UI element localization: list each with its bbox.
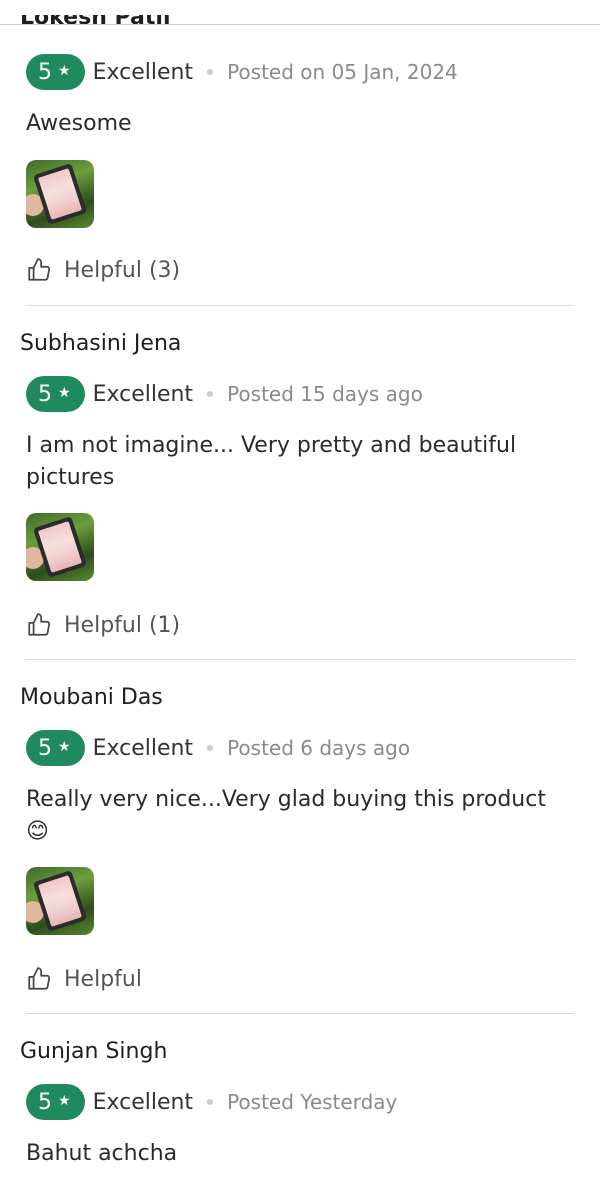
separator-dot [207, 1099, 214, 1105]
rating-value: 5 [38, 1089, 52, 1115]
review-text: Awesome [26, 111, 132, 136]
rating-badge: 5 ★ [26, 1084, 85, 1120]
posted-date: Posted 6 days ago [227, 736, 411, 760]
star-icon: ★ [58, 739, 71, 755]
review-text: I am not imagine... Very pretty and beau… [26, 433, 517, 490]
rating-row: 5 ★ Excellent Posted Yesterday [26, 1084, 397, 1120]
star-icon: ★ [58, 1093, 71, 1109]
thumbs-up-icon [28, 613, 51, 636]
rating-badge: 5 ★ [26, 54, 85, 90]
helpful-button[interactable]: Helpful (3) [26, 254, 180, 286]
posted-date: Posted 15 days ago [227, 382, 423, 406]
review-photo-thumbnail[interactable] [26, 513, 94, 581]
divider [26, 659, 574, 660]
posted-date: Posted Yesterday [227, 1090, 398, 1114]
separator-dot [207, 391, 214, 397]
review-photo-thumbnail[interactable] [26, 160, 94, 228]
divider [26, 1013, 574, 1014]
divider [26, 305, 574, 306]
rating-label: Excellent [92, 735, 194, 761]
helpful-count: Helpful [64, 966, 142, 992]
reviewer-name: Subhasini Jena [20, 331, 182, 356]
separator-dot [207, 69, 214, 75]
review-photo-thumbnail[interactable] [26, 867, 94, 935]
rating-label: Excellent [92, 1089, 194, 1115]
rating-label: Excellent [92, 381, 194, 407]
thumbs-up-icon [28, 967, 51, 990]
reviewer-name: Lokesh Patil [20, 5, 171, 30]
helpful-button[interactable]: Helpful [26, 963, 142, 995]
reviewer-name: Moubani Das [20, 685, 163, 710]
separator-dot [207, 745, 214, 751]
rating-badge: 5 ★ [26, 730, 85, 766]
review-text: Bahut achcha [26, 1141, 178, 1166]
divider [0, 24, 600, 25]
helpful-count: Helpful (1) [64, 612, 181, 638]
star-icon: ★ [58, 63, 71, 79]
helpful-count: Helpful (3) [64, 257, 181, 283]
thumbs-up-icon [28, 258, 51, 281]
rating-row: 5 ★ Excellent Posted on 05 Jan, 2024 [26, 54, 458, 90]
rating-label: Excellent [92, 59, 194, 85]
rating-value: 5 [38, 59, 52, 85]
rating-value: 5 [38, 735, 52, 761]
posted-date: Posted on 05 Jan, 2024 [227, 60, 458, 84]
review-text: Really very nice...Very glad buying this… [26, 787, 546, 844]
star-icon: ★ [58, 385, 71, 401]
rating-badge: 5 ★ [26, 376, 85, 412]
rating-row: 5 ★ Excellent Posted 15 days ago [26, 376, 423, 412]
reviews-page: Lokesh Patil 5 ★ Excellent Posted on 05 … [0, 0, 600, 1185]
reviewer-name: Gunjan Singh [20, 1039, 168, 1064]
helpful-button[interactable]: Helpful (1) [26, 609, 180, 641]
rating-value: 5 [38, 381, 52, 407]
rating-row: 5 ★ Excellent Posted 6 days ago [26, 730, 410, 766]
